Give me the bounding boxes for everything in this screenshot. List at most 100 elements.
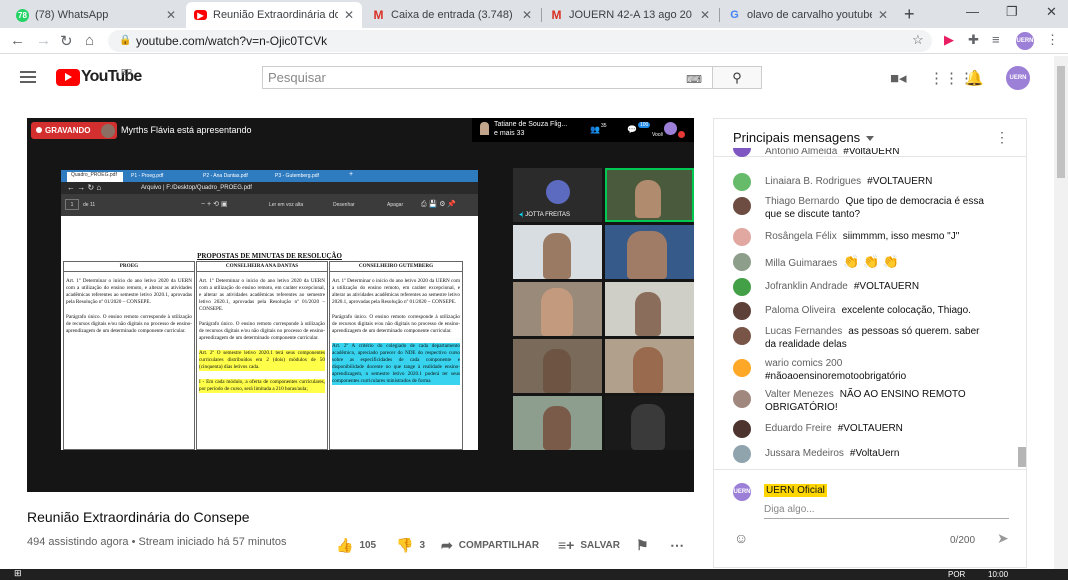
pdf-page-area: PROPOSTAS DE MINUTAS DE RESOLUÇÃO PROEG … bbox=[61, 216, 478, 450]
forward-icon[interactable]: → bbox=[36, 32, 51, 49]
keyboard-icon[interactable]: ⌨ bbox=[686, 70, 702, 91]
search-input[interactable]: Pesquisar ⌨ bbox=[262, 66, 713, 89]
close-window-button[interactable]: ✕ bbox=[1046, 4, 1057, 20]
browser-menu-icon[interactable]: ⋮ bbox=[1046, 32, 1059, 48]
message-avatar bbox=[733, 420, 751, 438]
tab-title: JOUERN 42-A 13 ago 20 - luzi bbox=[569, 9, 694, 21]
close-tab-icon[interactable]: ✕ bbox=[700, 8, 710, 22]
new-tab-button[interactable]: + bbox=[904, 4, 915, 25]
message-avatar bbox=[733, 327, 751, 345]
video-meta: 494 assistindo agora • Stream iniciado h… bbox=[27, 536, 287, 548]
restore-button[interactable]: ❐ bbox=[1006, 4, 1018, 20]
menu-icon[interactable] bbox=[20, 71, 36, 83]
emoji-icon[interactable]: ☺ bbox=[734, 530, 748, 546]
chat-message: Paloma Oliveira excelente colocação, Thia… bbox=[733, 302, 993, 320]
notifications-bell-icon[interactable]: 🔔 bbox=[965, 69, 984, 87]
proposal-column-proeg: PROEG Art. 1º Determinar o início do ano… bbox=[63, 261, 195, 450]
pdf-page-total: de 11 bbox=[83, 202, 96, 208]
tab-whatsapp[interactable]: 78 (78) WhatsApp ✕ bbox=[8, 2, 184, 28]
participant-tile bbox=[513, 339, 602, 393]
chat-message: Linaiara B. Rodrigues #VOLTAUERN bbox=[733, 173, 993, 191]
notification-dot bbox=[678, 131, 685, 138]
tab-title: Reunião Extraordinária do bbox=[213, 9, 338, 21]
document-title: PROPOSTAS DE MINUTAS DE RESOLUÇÃO bbox=[197, 252, 342, 260]
chat-more-icon[interactable]: ⋮ bbox=[995, 129, 1009, 146]
page-scrollbar[interactable] bbox=[1054, 56, 1068, 580]
pdf-page-number: 1 bbox=[65, 199, 79, 210]
input-language[interactable]: POR bbox=[948, 570, 965, 579]
current-user-avatar: UERN bbox=[733, 483, 751, 501]
tab-gmail-inbox[interactable]: M Caixa de entrada (3.748) - age ✕ bbox=[364, 2, 540, 28]
youtube-wordmark[interactable]: YouTube bbox=[81, 68, 142, 86]
minimize-button[interactable]: — bbox=[966, 4, 979, 19]
tab-gmail-jouern[interactable]: M JOUERN 42-A 13 ago 20 - luzi ✕ bbox=[542, 2, 718, 28]
tab-youtube[interactable]: ▶ Reunião Extraordinária do ✕ bbox=[186, 2, 362, 28]
whatsapp-icon: 78 bbox=[16, 8, 29, 22]
clock[interactable]: 10:00 bbox=[988, 570, 1008, 579]
video-player[interactable]: GRAVANDO Myrths Flávia está apresentando… bbox=[27, 118, 694, 492]
close-tab-icon[interactable]: ✕ bbox=[166, 8, 176, 22]
gmail-icon: M bbox=[373, 8, 384, 22]
close-tab-icon[interactable]: ✕ bbox=[878, 8, 888, 22]
more-participants: e mais 33 bbox=[494, 130, 525, 137]
tab-title: (78) WhatsApp bbox=[35, 9, 109, 21]
pdf-nav-icons: ← → ↻ ⌂ bbox=[67, 183, 102, 192]
send-icon[interactable]: ➤ bbox=[997, 530, 1009, 547]
pdf-zoom-icons: − + ⟲ ▣ bbox=[201, 201, 228, 208]
like-button[interactable]: 👍 105 bbox=[336, 537, 376, 554]
tab-title: olavo de carvalho youtube - Pe bbox=[747, 9, 872, 21]
message-avatar bbox=[733, 390, 751, 408]
tab-google-search[interactable]: G olavo de carvalho youtube - Pe ✕ bbox=[720, 2, 896, 28]
chat-message-input[interactable]: Diga algo... bbox=[764, 504, 1009, 519]
message-avatar bbox=[733, 228, 751, 246]
chat-message: Valter Menezes NÃO AO ENSINO REMOTO OBRIG… bbox=[733, 388, 993, 414]
bookmark-star-icon[interactable]: ☆ bbox=[912, 32, 924, 48]
pdf-print-icons: ⎙ 💾 ⚙ 📌 bbox=[421, 201, 457, 208]
home-icon[interactable]: ⌂ bbox=[85, 32, 94, 49]
message-avatar bbox=[733, 253, 751, 271]
video-title: Reunião Extraordinária do Consepe bbox=[27, 509, 250, 525]
browser-tab-strip: 78 (78) WhatsApp ✕ ▶ Reunião Extraordiná… bbox=[0, 0, 1068, 28]
participants-icon[interactable]: 👥 bbox=[590, 125, 600, 134]
account-avatar[interactable]: UERN bbox=[1006, 66, 1030, 90]
save-button[interactable]: ≡+ SALVAR bbox=[558, 537, 620, 553]
report-button[interactable]: ⚑ bbox=[636, 537, 655, 554]
share-button[interactable]: ➦ COMPARTILHAR bbox=[441, 537, 539, 554]
more-horizontal-icon: ⋯ bbox=[670, 537, 684, 553]
windows-start-icon[interactable]: ⊞ bbox=[14, 568, 22, 579]
message-avatar bbox=[733, 445, 751, 463]
participant-tile bbox=[605, 282, 694, 336]
pdf-tab-active: Quadro_PROEG.pdf bbox=[67, 172, 123, 182]
chat-message: Rosângela Félix siimmmm, isso mesmo "J" bbox=[733, 228, 993, 246]
profile-avatar[interactable]: UERN bbox=[1016, 32, 1034, 50]
presenter-avatar bbox=[101, 123, 115, 138]
reading-list-icon[interactable]: ≡ bbox=[992, 32, 1000, 47]
close-tab-icon[interactable]: ✕ bbox=[344, 8, 354, 22]
back-icon[interactable]: ← bbox=[10, 32, 25, 49]
chat-count-badge: 100 bbox=[638, 122, 651, 128]
extensions-puzzle-icon[interactable]: ✚ bbox=[968, 32, 979, 48]
proposal-column-ana-dantas: CONSELHEIRA ANA DANTAS Art. 1º Determina… bbox=[196, 261, 328, 450]
current-user-name: UERN Oficial bbox=[764, 484, 827, 497]
chat-message: wario comics 200 #nãoaoensinoremotoobriga… bbox=[733, 357, 993, 383]
participant-thumbnail bbox=[480, 122, 489, 135]
extension-icon[interactable]: ▶ bbox=[944, 32, 954, 48]
chat-scrollbar-thumb[interactable] bbox=[1018, 447, 1026, 467]
address-bar[interactable]: 🔒 youtube.com/watch?v=n-Ojic0TCVk bbox=[108, 30, 932, 52]
dislike-button[interactable]: 👎 3 bbox=[396, 537, 425, 554]
youtube-logo[interactable] bbox=[56, 69, 80, 86]
message-avatar bbox=[733, 278, 751, 296]
search-button[interactable]: ⚲ bbox=[712, 66, 762, 89]
reload-icon[interactable]: ↻ bbox=[60, 32, 73, 50]
participant-tile bbox=[605, 339, 694, 393]
create-video-icon[interactable]: ■◂ bbox=[890, 69, 907, 87]
chat-icon[interactable]: 💬 bbox=[627, 125, 637, 134]
page-scrollbar-thumb[interactable] bbox=[1057, 66, 1065, 178]
live-chat-panel: Principais mensagens ⋮ Antonio Almeida #V… bbox=[713, 118, 1027, 568]
close-tab-icon[interactable]: ✕ bbox=[522, 8, 532, 22]
self-label: Você bbox=[652, 132, 664, 138]
chat-scrollbar[interactable] bbox=[1016, 157, 1026, 467]
participant-tile bbox=[513, 225, 602, 279]
more-actions-button[interactable]: ⋯ bbox=[670, 537, 690, 554]
chat-mode-dropdown[interactable]: Principais mensagens bbox=[733, 130, 874, 145]
